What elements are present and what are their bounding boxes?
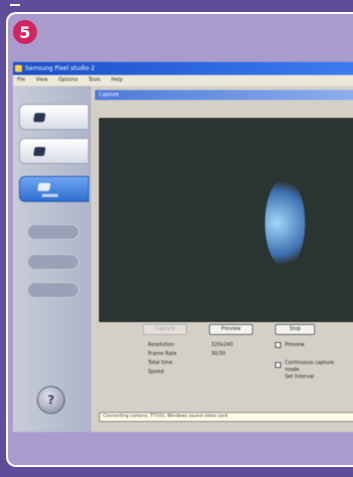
top-dash [10,4,20,6]
preview-checkbox[interactable] [275,342,281,348]
step-card: 5 Samsung Pixel studio 2 File View Optio… [6,12,353,467]
app-screenshot: Samsung Pixel studio 2 File View Options… [13,62,353,432]
panel-header: Capture [95,90,353,100]
sidebar-button-capture[interactable] [19,176,89,202]
menu-view[interactable]: View [36,77,48,83]
sidebar-pill-browse[interactable] [27,282,79,298]
info-label-frame-rate: Frame Rate [148,351,177,357]
sidebar-button-camera[interactable] [19,138,89,164]
sidebar-pill-settings[interactable] [27,224,79,240]
continuous-capture-checkbox[interactable] [275,362,281,368]
info-label-resolution: Resolution [148,342,175,348]
menu-tools[interactable]: Tools [88,77,100,83]
info-value-frame-rate: 30/30 [211,351,226,357]
scanner-icon [33,113,46,122]
camera-icon [33,147,46,156]
menu-bar: File View Options Tools Help [13,75,353,86]
menu-options[interactable]: Options [58,77,77,83]
app-title-bar: Samsung Pixel studio 2 [13,62,353,75]
info-value-resolution: 320x240 [211,342,234,348]
info-label-total-time: Total time [148,360,173,366]
app-title: Samsung Pixel studio 2 [25,65,95,72]
help-button[interactable]: ? [37,386,65,414]
menu-help[interactable]: Help [111,77,122,83]
set-interval-label: Set Interval [285,374,314,380]
step-number-badge: 5 [13,20,37,44]
capture-button[interactable]: Capture [143,324,187,335]
preview-checkbox-label: Preview [285,342,305,348]
status-bar: Connecting camera, TTY(0), Windows sound… [99,412,353,422]
panel-title: Capture [99,92,119,98]
continuous-capture-label: Continuous capture mode [285,360,334,373]
menu-file[interactable]: File [17,77,25,83]
app-icon [15,65,22,72]
info-label-speed: Speed [148,369,164,375]
sidebar-pill-messages[interactable] [27,254,79,270]
preview-button[interactable]: Preview [209,324,253,335]
capture-caption [42,194,58,197]
capture-icon [37,183,51,191]
decorative-orb [265,178,305,268]
stop-button[interactable]: Stop [275,324,315,335]
video-preview-area [99,118,353,322]
sidebar-button-scanner[interactable] [19,104,89,130]
sidebar: ? [13,86,91,432]
